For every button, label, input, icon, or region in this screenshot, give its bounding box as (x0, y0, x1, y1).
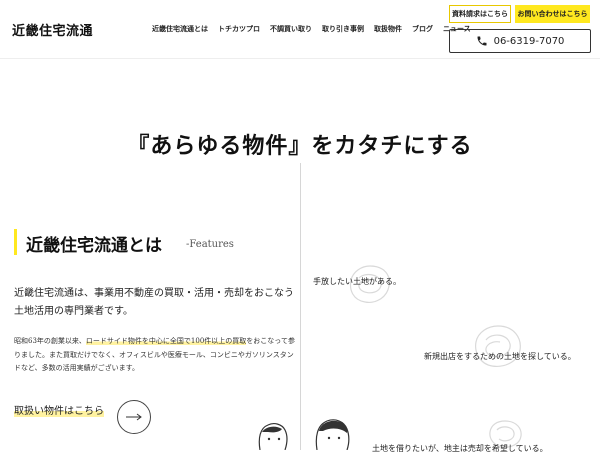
site-header: 近畿住宅流通 近畿住宅流通とは トチカツプロ 不調買い取り 取り引き事例 取扱物… (0, 0, 600, 58)
phone-number: 06-6319-7070 (493, 35, 565, 47)
body-text-start: 昭和63年の創業以来、 (14, 337, 86, 345)
nav-item-cases[interactable]: 取り引き事例 (322, 24, 364, 34)
section-body: 昭和63年の創業以来、ロードサイド物件を中心に全国で100件以上の買取をおこなっ… (14, 335, 296, 376)
body-highlight: ロードサイド物件を中心に全国で100件以上の買取 (85, 337, 247, 345)
person-illustration-left (258, 423, 288, 450)
right-text-3: 土地を借りたいが、地主は売却を希望している。 (372, 444, 548, 453)
section-accent-bar (14, 229, 17, 255)
phone-icon (477, 36, 487, 46)
arrow-circle-button[interactable] (117, 400, 151, 434)
right-text-1: 手放したい土地がある。 (313, 277, 401, 286)
nav-item-about[interactable]: 近畿住宅流通とは (152, 24, 208, 34)
arrow-right-icon (126, 413, 142, 421)
phone-button[interactable]: 06-6319-7070 (449, 29, 591, 53)
scribble-decoration (475, 325, 521, 367)
nav-item-properties[interactable]: 取扱物件 (374, 24, 402, 34)
contact-button[interactable]: お問い合わせはこちら (515, 5, 590, 23)
person-illustration-right (315, 419, 350, 450)
main-nav: 近畿住宅流通とは トチカツプロ 不調買い取り 取り引き事例 取扱物件 ブログ ニ… (152, 24, 471, 34)
nav-item-purchase[interactable]: 不調買い取り (270, 24, 312, 34)
center-divider (300, 163, 301, 450)
request-docs-button[interactable]: 資料請求はこちら (449, 5, 511, 23)
section-lead: 近畿住宅流通は、事業用不動産の買取・活用・売却をおこなう土地活用の専門業者です。 (14, 288, 294, 317)
properties-link[interactable]: 取扱い物件はこちら (14, 402, 104, 417)
site-logo[interactable]: 近畿住宅流通 (12, 20, 93, 39)
nav-item-blog[interactable]: ブログ (412, 24, 433, 34)
hero-title: 『あらゆる物件』をカタチにする (127, 133, 473, 159)
nav-item-tochikatsu-pro[interactable]: トチカツプロ (218, 24, 260, 34)
header-divider (0, 58, 600, 59)
section-title: 近畿住宅流通とは (26, 236, 162, 256)
section-subtitle: -Features (186, 239, 234, 250)
properties-link-text[interactable]: 取扱い物件はこちら (14, 402, 104, 417)
right-text-2: 新規出店をするための土地を探している。 (424, 352, 576, 361)
